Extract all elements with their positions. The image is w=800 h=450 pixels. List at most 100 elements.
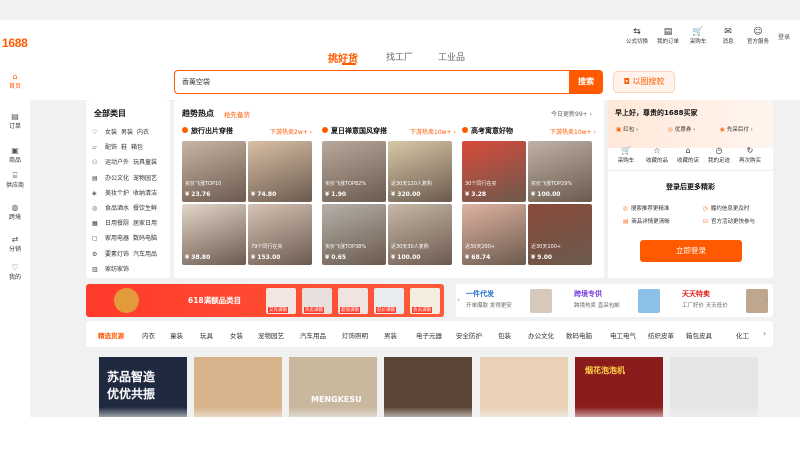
category-link[interactable]: 要素灯饰 (105, 251, 129, 258)
category-tab[interactable]: 童装 (170, 330, 183, 340)
product-card[interactable] (480, 357, 568, 417)
benefit-chip[interactable]: ◎ 优惠券 › (668, 125, 695, 133)
category-link[interactable]: 运动户外 (105, 159, 129, 166)
category-tab[interactable]: 宠物园艺 (258, 330, 284, 340)
crossborder-block[interactable]: 跨境专供 跨境热卖 直采包邮 (574, 289, 620, 309)
benefit-chip[interactable]: ◉ 先采后付 › (720, 125, 753, 133)
benefit-chip[interactable]: ▣ 红包 › (616, 125, 638, 133)
search-button[interactable]: 搜索 (569, 70, 603, 94)
product-tile[interactable]: 近30天120人复购 ¥ 320.00 (388, 141, 452, 202)
category-tab[interactable]: 安全防护 (456, 330, 482, 340)
category-link[interactable]: 餐饮生鲜 (133, 205, 157, 212)
category-link[interactable]: 宠物园艺 (133, 175, 157, 182)
trend-updated[interactable]: 今日更新99+ › (551, 109, 592, 118)
promo-card[interactable]: 又有满额 (266, 288, 296, 314)
category-link[interactable]: 办公文化 (105, 175, 129, 182)
nav-item-2[interactable]: ▤ 订单 (0, 112, 30, 130)
product-card[interactable]: 烟花泡泡机 (575, 357, 663, 417)
category-tab[interactable]: 箱包皮具 (686, 330, 712, 340)
category-tab[interactable]: 内衣 (142, 330, 155, 340)
category-row[interactable]: ▤ 办公文化 宠物园艺 (92, 173, 157, 182)
category-link[interactable]: 家用电器 (105, 235, 129, 242)
category-tab[interactable]: 包装 (498, 330, 511, 340)
top-action-4[interactable]: ✉ 消息 (716, 27, 740, 45)
product-tile[interactable]: ¥ 38.80 (182, 204, 246, 265)
quick-link[interactable]: ◷ 我的足迹 (706, 146, 732, 164)
product-card[interactable] (384, 357, 472, 417)
trend-section-more[interactable]: 下游热卖10w+ › (550, 127, 596, 136)
quick-link[interactable]: ↻ 再次购买 (737, 146, 763, 164)
product-thumbnail[interactable] (638, 289, 660, 313)
category-link[interactable]: 食品酒水 (105, 205, 129, 212)
dropship-block[interactable]: 一件代发 开单爆款 发得更安 (466, 289, 512, 309)
category-tab[interactable]: 灯饰照明 (342, 330, 368, 340)
product-card[interactable]: MENGKESU (289, 357, 377, 417)
category-row[interactable]: ▱ 配饰鞋箱包 (92, 142, 143, 151)
promo-card[interactable]: 低价满额 (374, 288, 404, 314)
category-link[interactable]: 鞋 (121, 144, 127, 151)
trend-section-title-travel-outfits[interactable]: 旅行出片穿搭 (182, 126, 233, 136)
nav-item-1[interactable]: ⌂ 首页 (0, 72, 30, 90)
category-link[interactable]: 配饰 (105, 144, 117, 151)
category-tab[interactable]: 化工 (736, 330, 749, 340)
category-link[interactable]: 女装 (105, 129, 117, 136)
category-tab[interactable]: 办公文化 (528, 330, 554, 340)
category-link[interactable]: 收纳清洁 (133, 190, 157, 197)
login-link[interactable]: 登录 (778, 32, 790, 41)
category-link[interactable]: 美妆个护 (105, 190, 129, 197)
promo-card[interactable]: 超值满额 (338, 288, 368, 314)
top-action-3[interactable]: 🛒 采购车 (686, 27, 710, 45)
promo-banner-618[interactable]: 618满额品类目 又有满额 热卖满额 超值满额 低价满额 会员满额 › (86, 284, 444, 317)
login-button[interactable]: 立即登录 (640, 240, 742, 262)
promo-card[interactable]: 热卖满额 (302, 288, 332, 314)
nav-item-7[interactable]: ♡ 我的 (0, 263, 30, 281)
site-logo[interactable]: 1688 (2, 36, 28, 50)
category-tabs-next-arrow[interactable]: › (763, 329, 766, 338)
category-link[interactable]: 汽车用品 (133, 251, 157, 258)
category-row[interactable]: ⚇ 运动户外 玩具童装 (92, 157, 157, 166)
category-tab[interactable]: 女装 (230, 330, 243, 340)
nav-item-5[interactable]: ◍ 跨境 (0, 203, 30, 221)
product-card[interactable]: 苏品智造 优优共振 (99, 357, 187, 417)
category-link[interactable]: 数码电脑 (133, 235, 157, 242)
banner-next-arrow[interactable]: › (765, 295, 768, 304)
category-row[interactable]: ▥ 家纺家饰 (92, 264, 129, 273)
product-tile[interactable]: 近30天100+ ¥ 9.00 (528, 204, 592, 265)
image-search-button[interactable]: ◘ 以图搜款 (613, 71, 675, 93)
category-link[interactable]: 日用餐厨 (105, 220, 129, 227)
category-link[interactable]: 内衣 (137, 129, 149, 136)
product-tile[interactable]: 近30天200+ ¥ 68.74 (462, 204, 526, 265)
category-row[interactable]: ▦ 日用餐厨 居家日用 (92, 218, 157, 227)
category-link[interactable]: 箱包 (131, 144, 143, 151)
category-row[interactable]: ▢ 家用电器 数码电脑 (92, 233, 157, 242)
search-input[interactable] (175, 71, 569, 93)
tab-find-factory[interactable]: 找工厂 (386, 50, 413, 63)
product-tile[interactable]: ¥ 74.80 (248, 141, 312, 202)
category-link[interactable]: 居家日用 (133, 220, 157, 227)
category-row[interactable]: ◎ 食品酒水 餐饮生鲜 (92, 203, 157, 212)
product-tile[interactable]: 买价飞涨TOP10 ¥ 23.76 (182, 141, 246, 202)
top-action-1[interactable]: ⇆ 公式切换 (625, 27, 649, 45)
product-thumbnail[interactable] (530, 289, 552, 313)
product-card[interactable] (670, 357, 758, 417)
product-tile[interactable]: 30个同行在买 ¥ 3.28 (462, 141, 526, 202)
category-tab[interactable]: 数码电脑 (566, 330, 592, 340)
nav-item-3[interactable]: ▣ 商品 (0, 146, 30, 164)
category-link[interactable]: 家纺家饰 (105, 266, 129, 273)
category-row[interactable]: ♡ 女装 男装 内衣 (92, 127, 149, 136)
product-tile[interactable]: 买价飞涨TOP82% ¥ 1.90 (322, 141, 386, 202)
nav-item-4[interactable]: ⌸ 供应商 (0, 171, 30, 189)
category-tab[interactable]: 男装 (384, 330, 397, 340)
category-tab[interactable]: 纺织皮革 (648, 330, 674, 340)
category-tab[interactable]: 电工电气 (610, 330, 636, 340)
category-row[interactable]: ◈ 美妆个护 收纳清洁 (92, 188, 157, 197)
tab-industrial[interactable]: 工业品 (438, 50, 465, 63)
category-tab[interactable]: 汽车用品 (300, 330, 326, 340)
category-tab[interactable]: 电子元器 (416, 330, 442, 340)
product-tile[interactable]: 79个同行在买 ¥ 153.00 (248, 204, 312, 265)
top-action-5[interactable]: ☺ 官方服务 (746, 27, 770, 45)
product-tile[interactable]: 买价飞涨TOP29% ¥ 100.00 (528, 141, 592, 202)
trend-section-title-zen-style[interactable]: 夏日禅意国风穿搭 (322, 126, 387, 136)
nav-item-6[interactable]: ⇄ 分销 (0, 235, 30, 253)
product-tile[interactable]: 近30天30人复购 ¥ 100.00 (388, 204, 452, 265)
